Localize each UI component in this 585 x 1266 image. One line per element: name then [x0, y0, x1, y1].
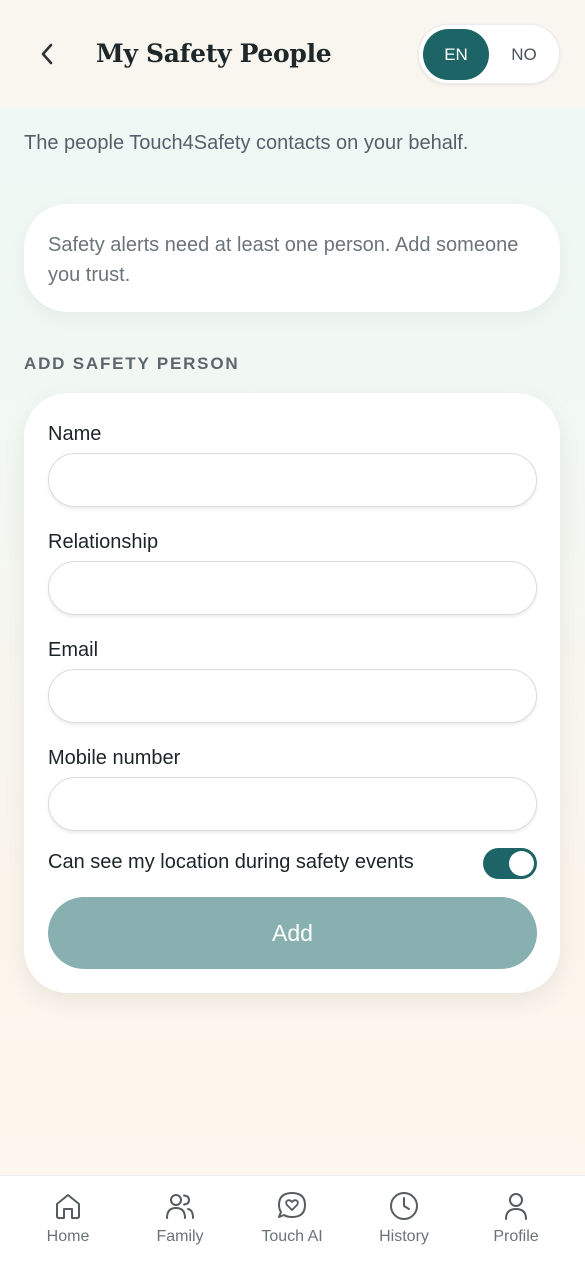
- email-field[interactable]: [48, 669, 537, 723]
- chat-heart-icon: [278, 1192, 306, 1218]
- add-button[interactable]: Add: [48, 897, 537, 969]
- relationship-field[interactable]: [48, 561, 537, 615]
- name-label: Name: [48, 423, 102, 445]
- clock-icon: [390, 1192, 418, 1220]
- language-option-no[interactable]: NO: [493, 29, 555, 80]
- nav-item-family[interactable]: Family: [130, 1190, 230, 1254]
- back-button[interactable]: [30, 36, 66, 72]
- nav-item-touch-ai[interactable]: Touch AI: [242, 1190, 342, 1254]
- nav-item-profile[interactable]: Profile: [466, 1190, 566, 1254]
- location-toggle[interactable]: [483, 848, 537, 879]
- relationship-label: Relationship: [48, 531, 159, 553]
- nav-label-touch-ai: Touch AI: [261, 1228, 323, 1245]
- mobile-field[interactable]: [48, 777, 537, 831]
- home-icon: [56, 1194, 80, 1219]
- app-header: My Safety People EN NO: [0, 0, 585, 108]
- page-title: My Safety People: [96, 39, 332, 68]
- location-toggle-label: Can see my location during safety events: [48, 851, 414, 873]
- add-person-form: Name Relationship Email Mobile number Ca…: [24, 393, 560, 993]
- notice-text: Safety alerts need at least one person. …: [48, 234, 519, 286]
- language-toggle[interactable]: EN NO: [418, 24, 560, 84]
- nav-label-family: Family: [156, 1228, 204, 1245]
- email-label: Email: [48, 639, 99, 661]
- users-icon: [166, 1194, 194, 1219]
- nav-label-profile: Profile: [493, 1228, 539, 1245]
- language-option-en[interactable]: EN: [423, 29, 489, 80]
- bottom-nav: Home Family Touch AI History Profile: [0, 1175, 585, 1266]
- nav-label-history: History: [379, 1228, 429, 1245]
- toggle-knob: [509, 851, 534, 876]
- mobile-label: Mobile number: [48, 747, 181, 769]
- notice-card: Safety alerts need at least one person. …: [24, 204, 560, 312]
- chevron-left-icon: [41, 43, 53, 65]
- name-field[interactable]: [48, 453, 537, 507]
- nav-item-home[interactable]: Home: [18, 1190, 118, 1254]
- section-label: ADD SAFETY PERSON: [24, 354, 240, 373]
- user-icon: [505, 1193, 527, 1220]
- nav-label-home: Home: [46, 1228, 90, 1245]
- nav-item-history[interactable]: History: [354, 1190, 454, 1254]
- page-subtitle: The people Touch4Safety contacts on your…: [24, 132, 469, 154]
